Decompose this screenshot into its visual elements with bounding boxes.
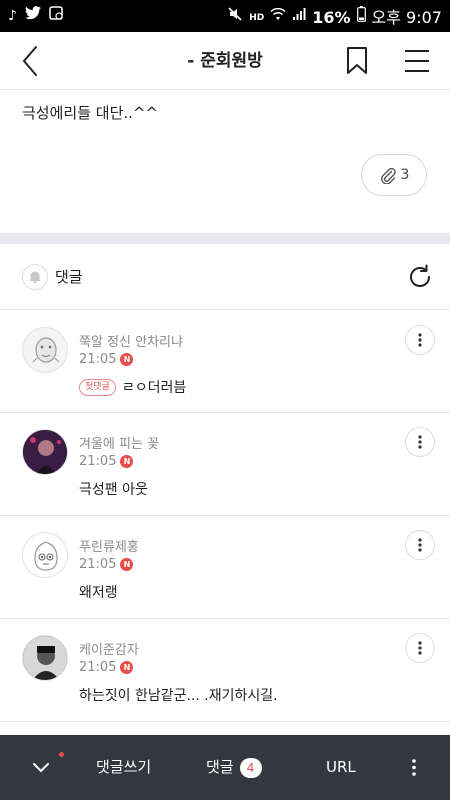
avatar[interactable] <box>22 327 68 373</box>
image-icon <box>49 6 63 26</box>
notification-dot <box>59 752 64 757</box>
page-title: - 준회원방 <box>187 51 263 71</box>
mute-icon <box>227 6 243 29</box>
signal-icon <box>292 7 306 28</box>
comments-button[interactable]: 댓글 4 <box>206 735 262 800</box>
comment-time: 21:05 <box>79 557 117 572</box>
hamburger-icon <box>405 50 429 72</box>
bookmark-button[interactable] <box>344 46 370 76</box>
comment-body-row: 왜저랭 <box>79 582 118 602</box>
character-avatar-icon <box>34 541 58 571</box>
comment-author[interactable]: 푸린류제홍 <box>79 536 139 555</box>
battery-percent: 16% <box>312 7 351 27</box>
avatar[interactable] <box>22 532 68 578</box>
comment-more-button[interactable] <box>405 530 435 560</box>
more-vertical-icon <box>418 641 422 655</box>
wifi-icon <box>270 7 286 28</box>
comment-meta: 21:05 N <box>79 557 134 572</box>
url-button[interactable]: URL <box>326 735 356 800</box>
new-badge: N <box>120 353 134 366</box>
comment-text: ㄹㅇ더러븜 <box>121 380 187 396</box>
comment-item: 푸린류제홍 21:05 N 왜저랭 <box>0 516 450 619</box>
menu-button[interactable] <box>402 46 432 76</box>
comment-meta: 21:05 N <box>79 660 134 675</box>
notification-toggle[interactable] <box>22 264 48 290</box>
new-badge: N <box>120 661 134 674</box>
more-options-button[interactable] <box>404 735 424 800</box>
comment-time: 21:05 <box>79 352 117 367</box>
twitter-icon <box>24 6 41 26</box>
comment-body-row: 하는짓이 한남같군... .재기하시길. <box>79 685 278 705</box>
avatar[interactable] <box>22 635 68 681</box>
bottom-toolbar: 댓글쓰기 댓글 4 URL <box>0 735 450 800</box>
comment-author[interactable]: 쭉알 정신 안차리냐 <box>79 331 183 350</box>
collapse-button[interactable] <box>30 735 60 800</box>
new-badge: N <box>120 558 134 571</box>
write-comment-button[interactable]: 댓글쓰기 <box>96 735 151 800</box>
comment-time: 21:05 <box>79 660 117 675</box>
photo-avatar-icon <box>23 430 67 474</box>
comment-body-row: 첫댓글 ㄹㅇ더러븜 <box>79 377 186 397</box>
paperclip-icon <box>380 167 396 184</box>
section-divider <box>0 233 450 244</box>
comment-more-button[interactable] <box>405 427 435 457</box>
attachment-count: 3 <box>400 167 410 183</box>
bookmark-icon <box>347 47 367 74</box>
status-right: HD 16% 오후 9:07 <box>227 6 442 29</box>
comment-body-row: 극성팬 아웃 <box>79 479 148 499</box>
hd-voice-icon: HD <box>249 12 265 23</box>
comment-text: 극성팬 아웃 <box>79 482 148 498</box>
comment-time: 21:05 <box>79 454 117 469</box>
more-vertical-icon <box>418 333 422 347</box>
avatar[interactable] <box>22 429 68 475</box>
comment-item: 겨울에 피는 꽃 21:05 N 극성팬 아웃 <box>0 413 450 516</box>
more-vertical-icon <box>412 759 416 776</box>
chevron-left-icon <box>22 46 37 76</box>
comment-more-button[interactable] <box>405 325 435 355</box>
comment-author[interactable]: 케이준감자 <box>79 639 139 658</box>
comments-label: 댓글 <box>206 758 234 776</box>
comments-title: 댓글 <box>55 268 83 286</box>
refresh-icon <box>410 264 430 287</box>
more-vertical-icon <box>418 538 422 552</box>
comments-header: 댓글 <box>0 244 450 310</box>
character-avatar-icon <box>32 337 60 363</box>
comment-text: 하는짓이 한남같군... .재기하시길. <box>79 688 278 704</box>
post-body: 극성에리들 대단..^^ <box>22 104 159 122</box>
photo-avatar-icon <box>23 636 67 680</box>
back-button[interactable] <box>16 44 46 78</box>
status-left: ♪ <box>8 6 63 26</box>
comment-meta: 21:05 N <box>79 454 134 469</box>
clock: 오후 9:07 <box>371 7 442 27</box>
attachment-button[interactable]: 3 <box>361 154 427 196</box>
comment-item: 케이준감자 21:05 N 하는짓이 한남같군... .재기하시길. <box>0 619 450 722</box>
first-comment-badge: 첫댓글 <box>79 378 116 396</box>
comment-meta: 21:05 N <box>79 352 134 367</box>
music-note-icon: ♪ <box>8 8 17 24</box>
comment-item: 쭉알 정신 안차리냐 21:05 N 첫댓글 ㄹㅇ더러븜 <box>0 311 450 413</box>
more-vertical-icon <box>418 435 422 449</box>
comment-text: 왜저랭 <box>79 585 118 601</box>
new-badge: N <box>120 455 134 468</box>
battery-icon <box>356 6 366 29</box>
comment-author[interactable]: 겨울에 피는 꽃 <box>79 433 159 452</box>
top-nav: - 준회원방 <box>0 32 450 90</box>
comment-more-button[interactable] <box>405 633 435 663</box>
bell-icon <box>30 271 40 284</box>
comment-count-badge: 4 <box>239 757 262 778</box>
status-bar: ♪ HD 16% 오후 9:07 <box>0 0 450 32</box>
refresh-button[interactable] <box>406 263 434 291</box>
chevron-down-icon <box>33 763 49 773</box>
